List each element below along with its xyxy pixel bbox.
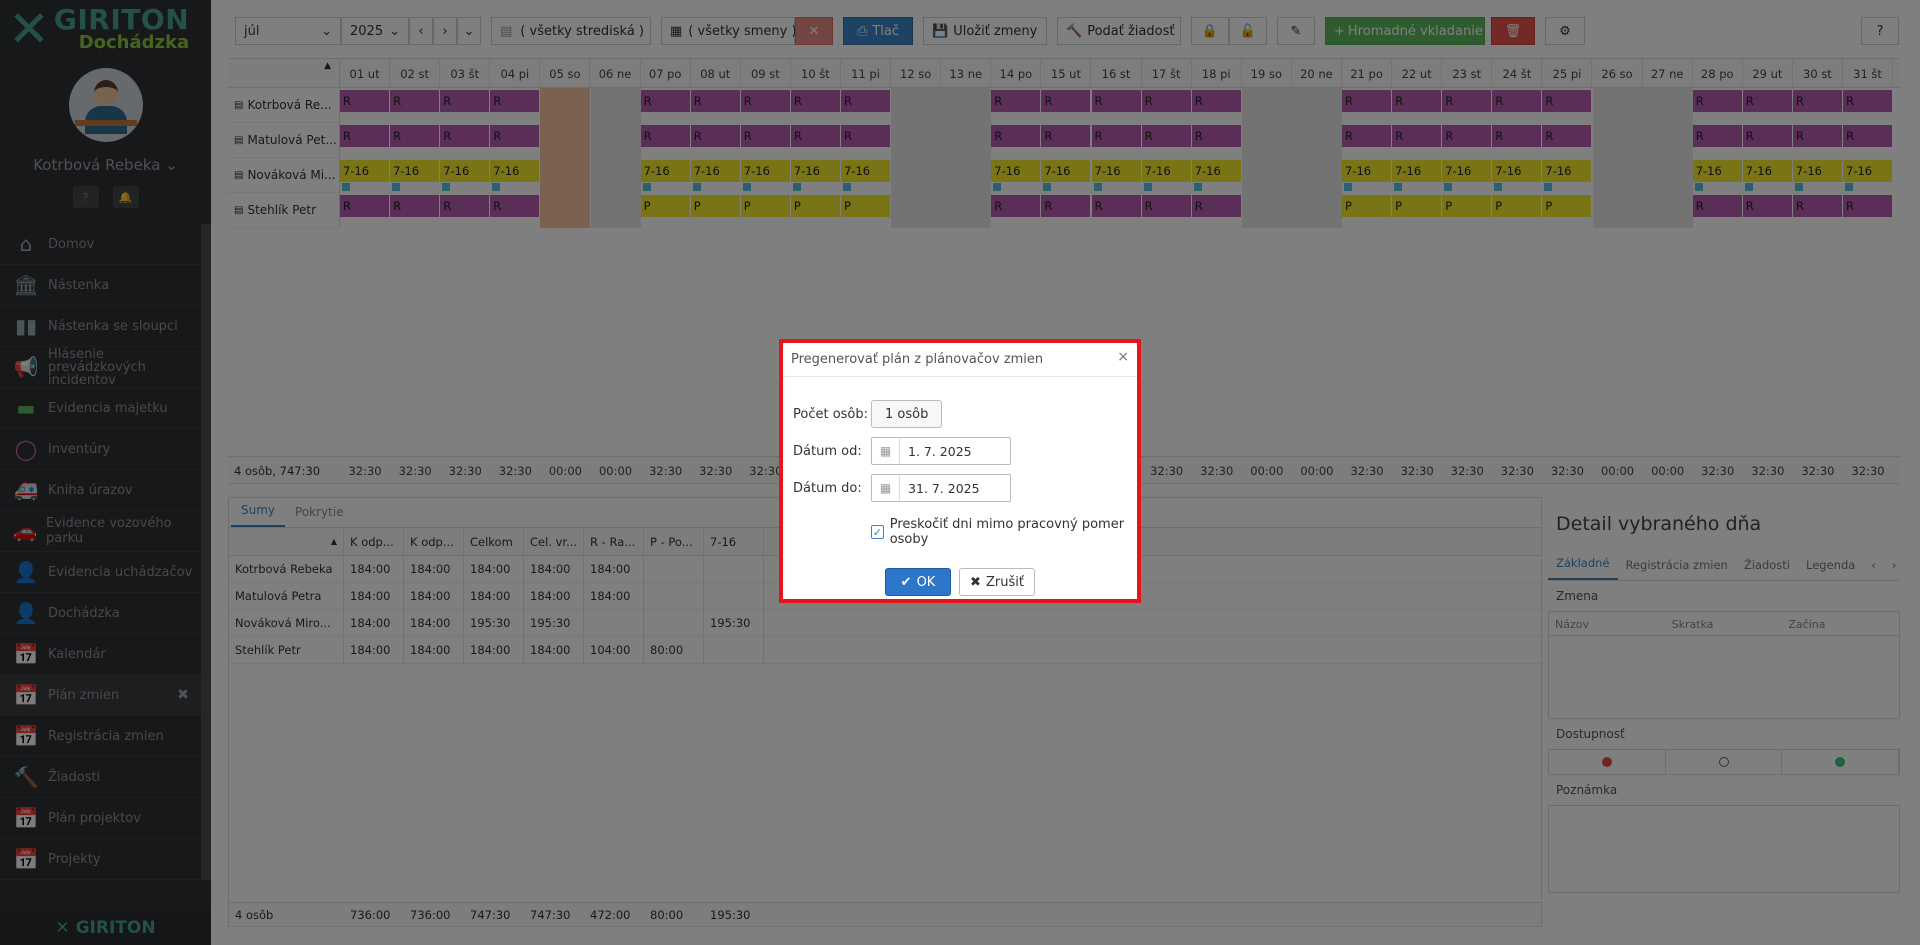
- skip-days-checkbox[interactable]: ✓: [871, 525, 884, 539]
- regenerate-plan-dialog: Pregenerovať plán z plánovačov zmien × P…: [779, 339, 1141, 603]
- calendar-icon: ▦: [872, 475, 900, 501]
- ok-button[interactable]: ✔ OK: [885, 568, 951, 596]
- close-icon[interactable]: ×: [1117, 349, 1129, 365]
- date-from-label: Dátum od:: [793, 443, 862, 459]
- date-from-field[interactable]: ▦ 1. 7. 2025: [871, 437, 1011, 465]
- close-icon: ✖: [970, 574, 981, 590]
- skip-days-label: Preskočiť dni mimo pracovný pomer osoby: [889, 517, 1125, 547]
- person-count-button[interactable]: 1 osôb: [871, 400, 943, 428]
- person-count-label: Počet osôb:: [793, 406, 869, 422]
- date-to-label: Dátum do:: [793, 480, 862, 496]
- dialog-title: Pregenerovať plán z plánovačov zmien: [791, 352, 1044, 367]
- check-icon: ✔: [900, 574, 912, 590]
- date-to-field[interactable]: ▦ 31. 7. 2025: [871, 474, 1011, 502]
- cancel-button[interactable]: ✖ Zrušiť: [959, 568, 1035, 596]
- calendar-icon: ▦: [872, 438, 900, 464]
